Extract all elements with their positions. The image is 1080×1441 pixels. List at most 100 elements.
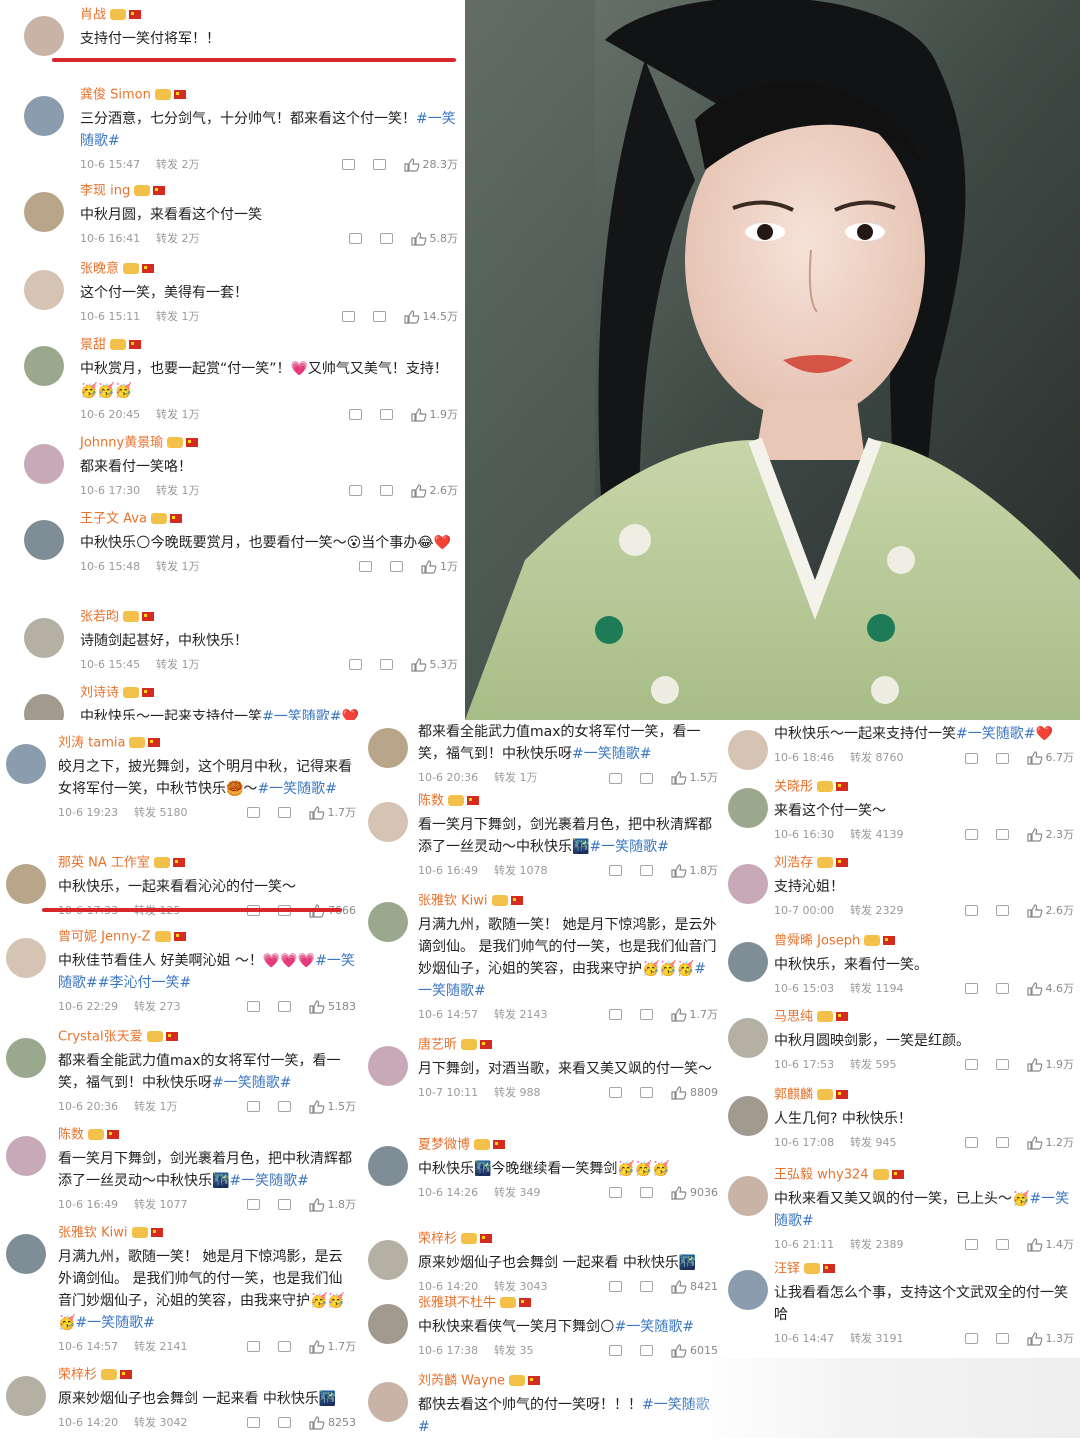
username[interactable]: 张雅钦 Kiwi xyxy=(58,1224,356,1243)
username-text[interactable]: 曾可妮 Jenny-Z xyxy=(58,930,151,945)
forward-count[interactable]: 转发 1万 xyxy=(156,309,342,325)
username[interactable]: 张晚意 xyxy=(80,260,458,279)
username-text[interactable]: 王子文 Ava xyxy=(80,512,147,527)
username-text[interactable]: 唐艺昕 xyxy=(418,1038,457,1053)
share-icon[interactable] xyxy=(608,772,622,784)
forward-count[interactable]: 转发 1万 xyxy=(156,657,349,673)
share-icon[interactable] xyxy=(246,1341,260,1352)
like-button[interactable]: 1万 xyxy=(421,559,458,575)
username-text[interactable]: 张雅琪不杜牛 xyxy=(418,1296,496,1311)
hashtag-link[interactable]: #一笑随歌# xyxy=(212,1075,291,1091)
avatar[interactable] xyxy=(6,744,46,784)
like-button[interactable]: 1.8万 xyxy=(670,863,718,879)
avatar[interactable] xyxy=(368,1240,408,1280)
username-text[interactable]: 曾舜晞 Joseph xyxy=(774,934,860,949)
username-text[interactable]: 肖战 xyxy=(80,8,106,23)
forward-count[interactable]: 转发 2141 xyxy=(134,1339,247,1355)
like-button[interactable]: 28.3万 xyxy=(403,157,458,173)
hashtag-link[interactable]: #一笑随歌# xyxy=(229,1173,308,1189)
forward-count[interactable]: 转发 595 xyxy=(850,1057,965,1073)
comment-icon[interactable] xyxy=(995,1333,1009,1344)
username[interactable]: 陈数 xyxy=(58,1126,356,1145)
avatar[interactable] xyxy=(24,96,64,136)
like-button[interactable]: 1.9万 xyxy=(1026,1057,1074,1073)
share-icon[interactable] xyxy=(964,1059,978,1070)
forward-count[interactable]: 转发 2329 xyxy=(850,903,965,919)
username-text[interactable]: 夏梦微博 xyxy=(418,1138,470,1153)
comment-icon[interactable] xyxy=(640,1187,653,1198)
username[interactable]: 荣梓杉 xyxy=(58,1366,356,1385)
username-text[interactable]: Crystal张天爱 xyxy=(58,1030,143,1045)
like-button[interactable]: 1.2万 xyxy=(1026,1135,1074,1151)
comment-icon[interactable] xyxy=(278,1417,291,1428)
username[interactable]: 王子文 Ava xyxy=(80,510,458,529)
username[interactable]: 马思纯 xyxy=(774,1008,1074,1027)
forward-count[interactable]: 转发 35 xyxy=(494,1343,609,1359)
comment-icon[interactable] xyxy=(277,807,291,818)
like-button[interactable]: 4.6万 xyxy=(1026,981,1074,997)
avatar[interactable] xyxy=(6,1136,46,1176)
like-button[interactable]: 1.4万 xyxy=(1026,1237,1074,1253)
hashtag-link[interactable]: #一笑随歌# xyxy=(75,1315,154,1331)
username[interactable]: 景甜 xyxy=(80,336,458,355)
username-text[interactable]: 陈数 xyxy=(58,1128,84,1143)
comment-icon[interactable] xyxy=(379,233,393,244)
username[interactable]: 张雅琪不杜牛 xyxy=(418,1294,718,1313)
username[interactable]: 肖战 xyxy=(80,6,458,25)
username-text[interactable]: 荣梓杉 xyxy=(418,1232,457,1247)
avatar[interactable] xyxy=(368,902,408,942)
comment-icon[interactable] xyxy=(639,1009,653,1020)
forward-count[interactable]: 转发 1万 xyxy=(494,770,609,786)
like-button[interactable]: 8253 xyxy=(309,1415,356,1431)
forward-count[interactable]: 转发 273 xyxy=(134,999,247,1015)
avatar[interactable] xyxy=(728,788,768,828)
username-text[interactable]: 刘涛 tamia xyxy=(58,736,125,751)
like-button[interactable]: 5183 xyxy=(309,999,356,1015)
forward-count[interactable]: 转发 5180 xyxy=(134,805,247,821)
username-text[interactable]: 景甜 xyxy=(80,338,106,353)
comment-icon[interactable] xyxy=(639,772,653,784)
share-icon[interactable] xyxy=(608,1009,622,1020)
forward-count[interactable]: 转发 1万 xyxy=(156,559,359,575)
avatar[interactable] xyxy=(24,270,64,310)
username[interactable]: 张若昀 xyxy=(80,608,458,627)
share-icon[interactable] xyxy=(609,1087,622,1098)
username[interactable]: 曾可妮 Jenny-Z xyxy=(58,928,356,947)
forward-count[interactable]: 转发 4139 xyxy=(850,827,965,843)
comment-icon[interactable] xyxy=(379,485,393,496)
share-icon[interactable] xyxy=(348,485,362,496)
avatar[interactable] xyxy=(728,942,768,982)
username-text[interactable]: 关晓彤 xyxy=(774,780,813,795)
comment-icon[interactable] xyxy=(372,159,386,170)
share-icon[interactable] xyxy=(247,1417,260,1428)
forward-count[interactable]: 转发 2143 xyxy=(494,1007,609,1023)
username-text[interactable]: 王弘毅 why324 xyxy=(774,1168,869,1183)
share-icon[interactable] xyxy=(348,409,362,420)
avatar[interactable] xyxy=(24,444,64,484)
forward-count[interactable]: 转发 2万 xyxy=(156,231,349,247)
comment-icon[interactable] xyxy=(379,409,393,420)
username[interactable]: Johnny黄景瑜 xyxy=(80,434,458,453)
username[interactable]: 唐艺昕 xyxy=(418,1036,718,1055)
forward-count[interactable]: 转发 1万 xyxy=(134,1099,247,1115)
username[interactable]: 李现 ing xyxy=(80,182,458,201)
like-button[interactable]: 1.5万 xyxy=(308,1099,356,1115)
username-text[interactable]: 马思纯 xyxy=(774,1010,813,1025)
like-button[interactable]: 2.6万 xyxy=(1026,903,1074,919)
share-icon[interactable] xyxy=(964,829,978,840)
username[interactable]: 汪铎 xyxy=(774,1260,1074,1279)
avatar[interactable] xyxy=(6,938,46,978)
username-text[interactable]: 郭麒麟 xyxy=(774,1088,813,1103)
comment-icon[interactable] xyxy=(277,1101,291,1112)
avatar[interactable] xyxy=(368,802,408,842)
comment-icon[interactable] xyxy=(640,1087,653,1098)
avatar[interactable] xyxy=(24,192,64,232)
avatar[interactable] xyxy=(728,1018,768,1058)
comment-icon[interactable] xyxy=(995,752,1009,764)
share-icon[interactable] xyxy=(348,659,362,670)
share-icon[interactable] xyxy=(964,1137,978,1148)
share-icon[interactable] xyxy=(246,1199,260,1210)
forward-count[interactable]: 转发 1194 xyxy=(850,981,965,997)
like-button[interactable]: 5.8万 xyxy=(410,231,458,247)
forward-count[interactable]: 转发 8760 xyxy=(850,750,965,766)
